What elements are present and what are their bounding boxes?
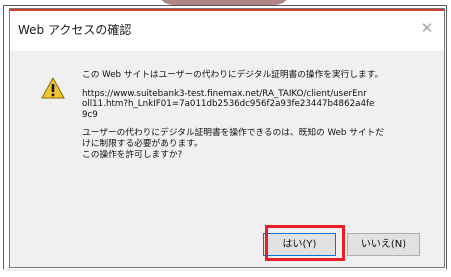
- web-access-dialog: Web アクセスの確認 ✕ この Web サイトはユーザーの代わりにデジタル証明…: [9, 8, 445, 268]
- bottom-shadow: [3, 269, 447, 271]
- message-line-1: この Web サイトはユーザーの代わりにデジタル証明書の操作を実行します。: [82, 70, 384, 80]
- screenshot-stage: Web アクセスの確認 ✕ この Web サイトはユーザーの代わりにデジタル証明…: [0, 0, 451, 277]
- no-button[interactable]: いいえ(N): [347, 233, 420, 256]
- button-bar: はい(Y) いいえ(N): [10, 225, 444, 267]
- dialog-titlebar: Web アクセスの確認 ✕: [10, 11, 444, 51]
- warning-icon: [41, 77, 65, 99]
- message-text-block: この Web サイトはユーザーの代わりにデジタル証明書の操作を実行します。 ht…: [82, 70, 432, 160]
- message-url: https://www.suitebank3-test.finemax.net/…: [82, 88, 375, 120]
- close-icon: ✕: [420, 19, 434, 37]
- close-button[interactable]: ✕: [412, 15, 442, 41]
- message-line-2: ユーザーの代わりにデジタル証明書を操作できるのは、既知の Web サイトだ けに…: [82, 128, 384, 160]
- dialog-title: Web アクセスの確認: [18, 23, 132, 37]
- yes-button[interactable]: はい(Y): [263, 233, 336, 256]
- dialog-content: この Web サイトはユーザーの代わりにデジタル証明書の操作を実行します。 ht…: [10, 51, 444, 225]
